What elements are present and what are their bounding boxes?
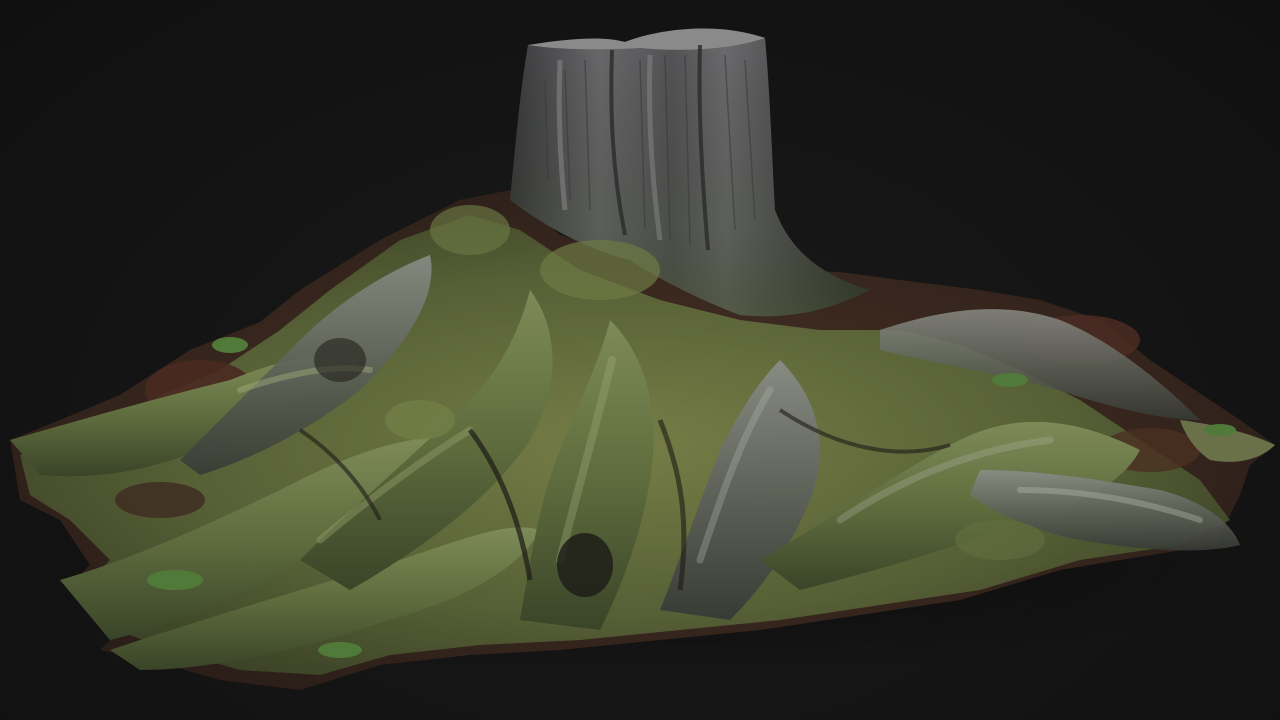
moss-patch (385, 400, 455, 440)
root-hollow (314, 338, 366, 382)
root-hollow (557, 533, 613, 597)
moss-patch (430, 205, 510, 255)
moss-patch (540, 240, 660, 300)
render-viewport (0, 0, 1280, 720)
stump-render (0, 28, 1280, 690)
moss-patch (955, 520, 1045, 560)
leaf-litter-patch (115, 482, 205, 518)
